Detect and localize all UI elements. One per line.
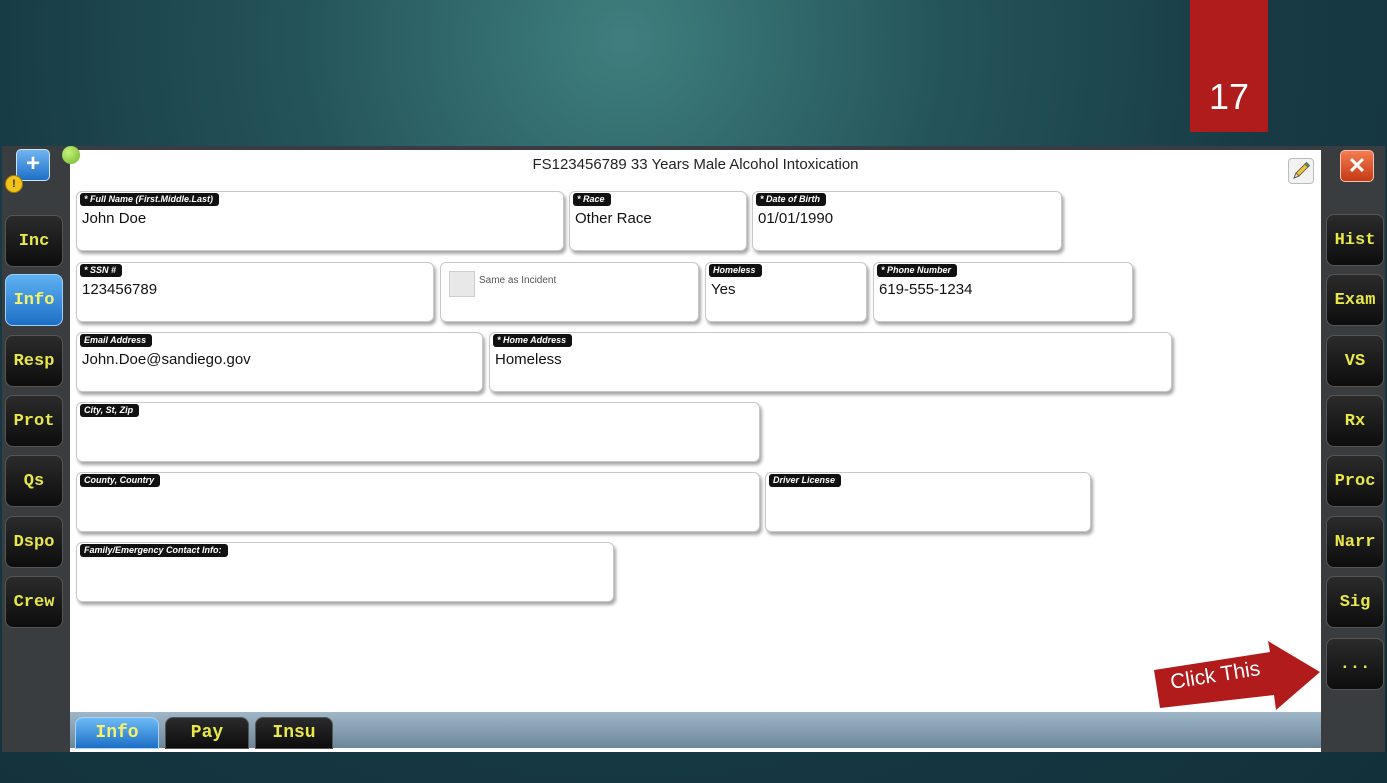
email-label: Email Address (80, 334, 153, 347)
nav-vs[interactable]: VS (1326, 335, 1384, 387)
city-st-zip-label: City, St, Zip (80, 404, 140, 417)
same-as-incident-label: Same as Incident (479, 275, 557, 286)
nav-sig[interactable]: Sig (1326, 576, 1384, 628)
race-field[interactable]: * Race Other Race (569, 191, 747, 251)
page-title: FS123456789 33 Years Male Alcohol Intoxi… (532, 156, 859, 173)
nav-rx[interactable]: Rx (1326, 395, 1384, 447)
email-field[interactable]: Email Address John.Doe@sandiego.gov (76, 332, 483, 392)
close-button[interactable]: ✕ (1340, 150, 1374, 182)
full-name-label: * Full Name (First.Middle.Last) (80, 193, 220, 206)
driver-license-label: Driver License (769, 474, 842, 487)
tab-pay[interactable]: Pay (165, 717, 249, 749)
same-as-incident-field[interactable]: Same as Incident (440, 262, 699, 322)
dob-field[interactable]: * Date of Birth 01/01/1990 (752, 191, 1062, 251)
full-name-value: John Doe (82, 210, 147, 227)
nav-crew[interactable]: Crew (5, 576, 63, 628)
phone-value: 619-555-1234 (879, 281, 973, 298)
edit-pencil-icon[interactable] (1288, 158, 1314, 184)
warning-badge: ! (5, 175, 23, 193)
homeless-field[interactable]: Homeless Yes (705, 262, 867, 322)
ssn-field[interactable]: * SSN # 123456789 (76, 262, 434, 322)
nav-narr[interactable]: Narr (1326, 516, 1384, 568)
more-button[interactable]: ... (1326, 638, 1384, 690)
nav-prot[interactable]: Prot (5, 395, 63, 447)
nav-resp[interactable]: Resp (5, 335, 63, 387)
nav-info[interactable]: Info (5, 274, 63, 326)
dob-value: 01/01/1990 (758, 210, 834, 227)
city-st-zip-field[interactable]: City, St, Zip (76, 402, 760, 462)
emergency-contact-field[interactable]: Family/Emergency Contact Info: (76, 542, 614, 602)
home-address-field[interactable]: * Home Address Homeless (489, 332, 1172, 392)
nav-qs[interactable]: Qs (5, 455, 63, 507)
home-address-label: * Home Address (493, 334, 573, 347)
nav-dspo[interactable]: Dspo (5, 516, 63, 568)
full-name-field[interactable]: * Full Name (First.Middle.Last) John Doe (76, 191, 564, 251)
emergency-contact-label: Family/Emergency Contact Info: (80, 544, 228, 557)
ssn-value: 123456789 (82, 281, 158, 298)
homeless-value: Yes (711, 281, 736, 298)
slide-number: 17 (1190, 0, 1268, 132)
homeless-label: Homeless (709, 264, 762, 277)
home-address-value: Homeless (495, 351, 562, 368)
email-value: John.Doe@sandiego.gov (82, 351, 251, 368)
close-icon: ✕ (1347, 153, 1367, 178)
nav-exam[interactable]: Exam (1326, 274, 1384, 326)
county-country-label: County, Country (80, 474, 161, 487)
dob-label: * Date of Birth (756, 193, 827, 206)
add-button[interactable]: + (16, 149, 50, 181)
race-label: * Race (573, 193, 611, 206)
nav-hist[interactable]: Hist (1326, 214, 1384, 266)
driver-license-field[interactable]: Driver License (765, 472, 1091, 532)
tab-info[interactable]: Info (75, 717, 159, 749)
race-value: Other Race (575, 210, 652, 227)
phone-label: * Phone Number (877, 264, 958, 277)
phone-field[interactable]: * Phone Number 619-555-1234 (873, 262, 1133, 322)
county-country-field[interactable]: County, Country (76, 472, 760, 532)
same-as-incident-checkbox[interactable] (449, 271, 475, 297)
nav-inc[interactable]: Inc (5, 215, 63, 267)
nav-proc[interactable]: Proc (1326, 455, 1384, 507)
tab-insu[interactable]: Insu (255, 717, 333, 749)
ssn-label: * SSN # (80, 264, 123, 277)
